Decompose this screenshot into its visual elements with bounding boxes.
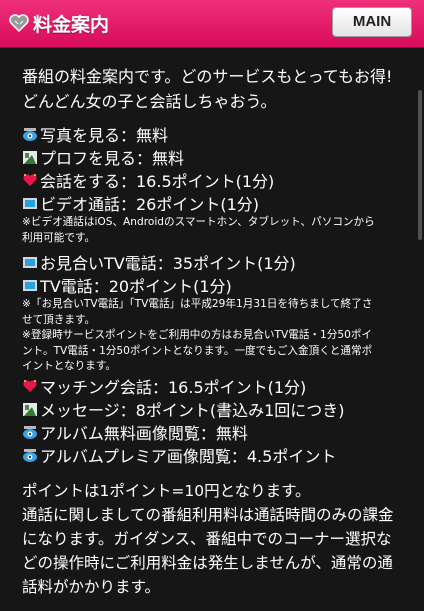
price-item-label: TV電話：20ポイント(1分) bbox=[40, 276, 232, 296]
note-line: 利用可能です。 bbox=[22, 231, 96, 244]
price-item-matching: マッチング会話：16.5ポイント(1分) bbox=[22, 375, 375, 398]
heart-sparkle-icon bbox=[22, 378, 38, 394]
price-item-label: アルバムプレミア画像閲覧：4.5ポイント bbox=[40, 447, 337, 466]
price-item-label: マッチング会話：16.5ポイント(1分) bbox=[40, 378, 307, 397]
price-item-photo: 写真を見る：無料 bbox=[22, 122, 375, 145]
note-line: ※ビデオ通話はiOS、Androidのスマートホン、タブレット、パソコンから bbox=[22, 216, 375, 228]
price-item-label: 写真を見る：無料 bbox=[40, 125, 169, 145]
price-item-video: ビデオ通話：26ポイント(1分) bbox=[22, 191, 375, 214]
tv-screen-icon bbox=[22, 254, 38, 270]
price-list: 写真を見る：無料 プロフを見る：無料 会話をする：16.5ポイント(1分) ビデ… bbox=[22, 122, 375, 467]
price-item-profile: プロフを見る：無料 bbox=[22, 145, 375, 168]
price-item-talk: 会話をする：16.5ポイント(1分) bbox=[22, 168, 375, 191]
price-item-album-premium: アルバムプレミア画像閲覧：4.5ポイント bbox=[22, 444, 375, 467]
scrollbar[interactable] bbox=[418, 90, 422, 240]
footer-line: どの操作時にご利用料金は発生しませんが、通常の通 bbox=[22, 554, 393, 572]
price-item-album-free: アルバム無料画像閲覧：無料 bbox=[22, 421, 375, 444]
profile-card-icon bbox=[22, 149, 38, 165]
price-item-label: プロフを見る：無料 bbox=[40, 148, 185, 168]
footer-line: になります。ガイダンス、番組中でのコーナー選択な bbox=[22, 530, 392, 548]
message-card-icon bbox=[22, 401, 38, 417]
footer-text: ポイントは1ポイント=10円となります。 通話に関しましての番組利用料は通話時間… bbox=[22, 479, 394, 599]
price-item-tv: TV電話：20ポイント(1分) bbox=[22, 273, 375, 296]
page-title-text: 料金案内 bbox=[33, 13, 110, 36]
intro-line-1: 番組の料金案内です。どのサービスもとってもお得! bbox=[22, 67, 393, 86]
price-item-label: お見合いTV電話：35ポイント(1分) bbox=[40, 253, 296, 273]
footer-line: ポイントは1ポイント=10円となります。 bbox=[22, 482, 311, 500]
intro-line-2: どんどん女の子と会話しちゃおう。 bbox=[22, 92, 277, 111]
price-item-label: メッセージ：8ポイント(書込み1回につき) bbox=[40, 401, 345, 420]
heart-sparkle-icon bbox=[22, 172, 38, 188]
heart-icon bbox=[8, 12, 30, 34]
note-line: イントとなります。 bbox=[22, 360, 116, 372]
price-item-message: メッセージ：8ポイント(書込み1回につき) bbox=[22, 398, 375, 421]
note-video: ※ビデオ通話はiOS、Androidのスマートホン、タブレット、パソコンから 利… bbox=[22, 215, 375, 246]
note-tv-end: ※「お見合いTV電話」「TV電話」は平成29年1月31日を待ちまして終了さ せて… bbox=[22, 297, 375, 375]
price-item-label: アルバム無料画像閲覧：無料 bbox=[40, 424, 248, 443]
page-header: 料金案内 MAIN bbox=[0, 0, 424, 48]
note-line: ※登録時サービスポイントをご利用中の方はお見合いTV電話・1分50ポイ bbox=[22, 329, 373, 341]
intro-text: 番組の料金案内です。どのサービスもとってもお得! どんどん女の子と会話しちゃおう… bbox=[22, 64, 402, 114]
video-screen-icon bbox=[22, 195, 38, 211]
price-item-label: 会話をする：16.5ポイント(1分) bbox=[40, 171, 275, 191]
camera-eye-icon bbox=[22, 126, 38, 142]
note-line: ※「お見合いTV電話」「TV電話」は平成29年1月31日を待ちまして終了さ bbox=[22, 298, 373, 310]
footer-line: 通話に関しましての番組利用料は通話時間のみの課金 bbox=[22, 506, 394, 524]
note-line: ント。TV電話・1分50ポイントとなります。一度でもご入金頂くと通常ポ bbox=[22, 344, 373, 357]
camera-eye-icon bbox=[22, 447, 38, 463]
camera-eye-icon bbox=[22, 424, 38, 440]
note-line: せて頂きます。 bbox=[22, 313, 96, 326]
price-item-omiai-tv: お見合いTV電話：35ポイント(1分) bbox=[22, 250, 375, 273]
price-item-label: ビデオ通話：26ポイント(1分) bbox=[40, 194, 260, 214]
page-title: 料金案内 bbox=[8, 10, 109, 36]
main-button[interactable]: MAIN bbox=[332, 7, 412, 37]
footer-line: 話料がかかります。 bbox=[22, 578, 160, 596]
tv-screen-icon bbox=[22, 277, 38, 293]
